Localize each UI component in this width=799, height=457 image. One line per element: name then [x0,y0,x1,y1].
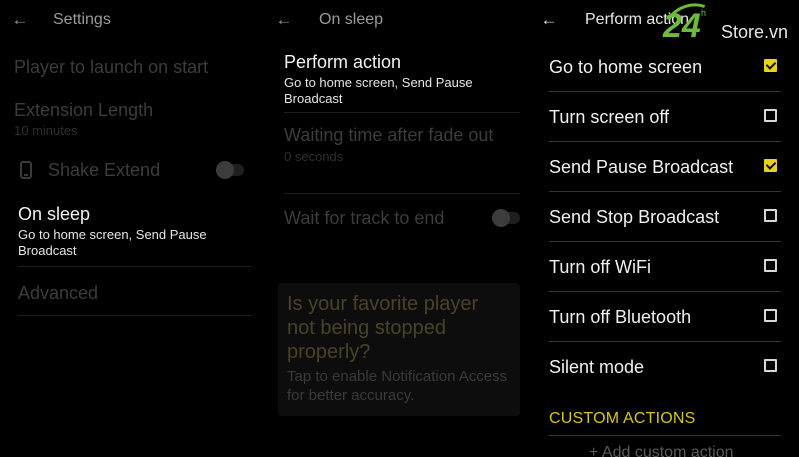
perform-action-summary: Go to home screen, Send Pause Broadcast [284,75,473,106]
option-send-pause-broadcast[interactable]: Send Pause Broadcast [549,142,781,192]
checkbox-unchecked[interactable] [764,259,777,272]
hint-text: Tap to enable Notification Access for be… [287,368,508,404]
perform-action-item[interactable]: Perform action Go to home screen, Send P… [284,51,520,113]
waiting-time-label: Waiting time after fade out [284,125,494,145]
option-label: Turn off Bluetooth [549,307,692,327]
settings-title: Settings [53,11,111,28]
on-sleep-toolbar: ← On sleep [266,0,532,44]
on-sleep-panel: ← On sleep Perform action Go to home scr… [266,0,532,457]
checkbox-checked[interactable] [764,59,777,72]
hint-question: Is your favorite player not being stoppe… [287,293,479,363]
option-label: Turn off WiFi [549,257,652,277]
option-label: Send Pause Broadcast [549,157,734,177]
advanced-label: Advanced [18,283,99,303]
section-divider [549,435,781,436]
player-to-launch-item[interactable]: Player to launch on start [14,56,254,86]
wait-track-end-item[interactable]: Wait for track to end [284,207,520,233]
checkbox-unchecked[interactable] [764,109,777,122]
advanced-item[interactable]: Advanced [18,282,252,316]
notification-access-hint-card[interactable]: Is your favorite player not being stoppe… [278,283,520,416]
logo-superscript: h [701,8,707,18]
on-sleep-label: On sleep [18,204,91,224]
logo-text: Store.vn [721,22,789,42]
option-label: Send Stop Broadcast [549,207,720,227]
checkbox-unchecked[interactable] [764,309,777,322]
shake-extend-toggle[interactable] [216,161,244,179]
logo-number: 24 [663,7,701,45]
phone-icon [20,161,32,179]
back-arrow-icon[interactable]: ← [274,9,294,31]
settings-panel: ← Settings Player to launch on start Ext… [0,0,266,457]
extension-length-label: Extension Length [14,100,154,120]
checkbox-unchecked[interactable] [764,359,777,372]
on-sleep-title: On sleep [319,11,384,28]
add-custom-action-button[interactable]: + Add custom action [589,444,734,457]
waiting-time-value: 0 seconds [284,149,344,164]
on-sleep-summary: Go to home screen, Send Pause Broadcast [18,227,207,258]
extension-length-value: 10 minutes [14,123,78,138]
option-silent-mode[interactable]: Silent mode [549,342,781,392]
player-to-launch-label: Player to launch on start [14,57,209,77]
on-sleep-item[interactable]: On sleep Go to home screen, Send Pause B… [18,203,252,267]
waiting-time-item[interactable]: Waiting time after fade out 0 seconds [284,124,520,194]
checkbox-checked[interactable] [764,159,777,172]
back-arrow-icon[interactable]: ← [539,9,559,31]
perform-action-label: Perform action [284,52,402,72]
option-label: Turn screen off [549,107,670,127]
option-label: Go to home screen [549,57,703,77]
store-watermark-logo: 24 h Store.vn [660,0,799,52]
custom-actions-header: CUSTOM ACTIONS [549,410,696,427]
wait-track-end-label: Wait for track to end [284,208,445,228]
settings-toolbar: ← Settings [0,0,266,44]
extension-length-item[interactable]: Extension Length 10 minutes [14,99,254,143]
option-send-stop-broadcast[interactable]: Send Stop Broadcast [549,192,781,242]
shake-extend-item[interactable]: Shake Extend [14,159,254,183]
option-turn-screen-off[interactable]: Turn screen off [549,92,781,142]
back-arrow-icon[interactable]: ← [10,9,30,31]
wait-track-end-toggle[interactable] [492,209,520,227]
checkbox-unchecked[interactable] [764,209,777,222]
option-turn-off-wifi[interactable]: Turn off WiFi [549,242,781,292]
option-label: Silent mode [549,357,645,377]
perform-action-panel: ← Perform action Go to home screen Turn … [533,0,799,457]
option-turn-off-bluetooth[interactable]: Turn off Bluetooth [549,292,781,342]
